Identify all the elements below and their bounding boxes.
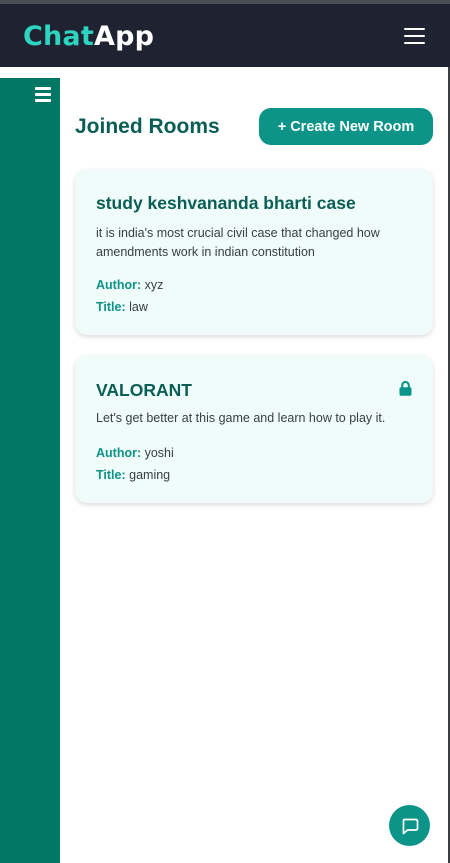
room-description: Let's get better at this game and learn … [96,411,386,425]
room-topic: Title: gaming [96,468,170,482]
room-description: it is india's most crucial civil case th… [96,226,380,259]
top-navbar: ChatApp [0,0,450,67]
lock-icon [399,381,412,396]
room-name: VALORANT [96,380,192,400]
app-logo[interactable]: ChatApp [23,21,154,52]
room-card[interactable]: study keshvananda bharti case it is indi… [75,169,433,335]
title-value: gaming [129,468,171,482]
title-label: Title: [96,468,126,482]
hamburger-icon[interactable] [404,28,425,44]
author-label: Author: [96,278,142,292]
room-card[interactable]: VALORANT Let's get better at this game a… [75,355,433,503]
author-value: yoshi [144,446,174,460]
room-author: Author: yoshi [96,446,174,460]
author-label: Author: [96,446,142,460]
author-value: xyz [144,278,164,292]
title-label: Title: [96,300,126,314]
sidebar [0,78,60,863]
room-topic: Title: law [96,300,148,314]
create-room-button[interactable]: + Create New Room [259,108,433,145]
room-author: Author: xyz [96,278,163,292]
page-title: Joined Rooms [75,115,220,138]
chat-bubble-icon [402,818,418,834]
room-name: study keshvananda bharti case [96,193,356,213]
logo-app-text: App [93,21,155,52]
sidebar-toggle-icon[interactable] [35,87,51,102]
title-value: law [129,300,148,314]
chat-fab-button[interactable] [389,805,430,846]
logo-chat-text: Chat [23,21,94,52]
